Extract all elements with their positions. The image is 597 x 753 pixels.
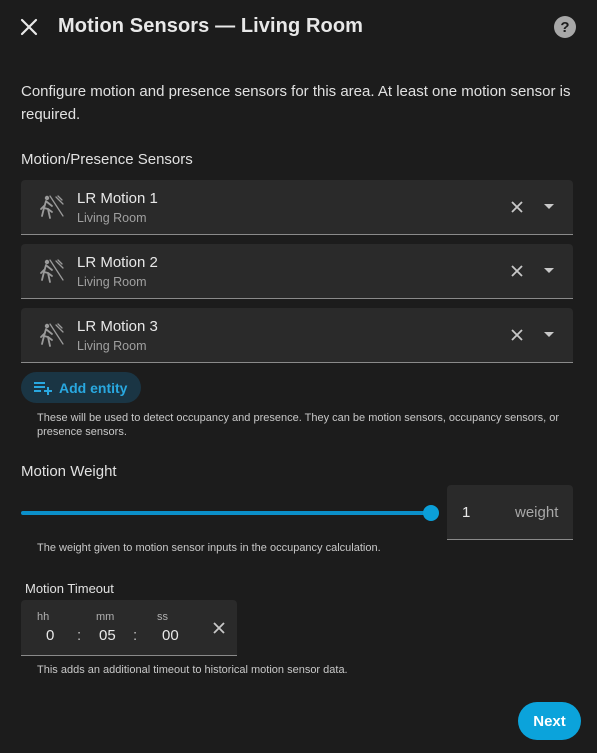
motion-sensor-icon (40, 323, 64, 347)
motion-sensor-icon (40, 259, 64, 283)
entity-row[interactable]: LR Motion 3 Living Room (21, 308, 573, 363)
sensors-section-label: Motion/Presence Sensors (21, 151, 193, 168)
weight-slider-handle[interactable] (423, 505, 439, 521)
close-icon (511, 265, 523, 277)
expand-entity-button[interactable] (539, 197, 559, 217)
weight-helper-text: The weight given to motion sensor inputs… (37, 542, 381, 554)
timeout-label: Motion Timeout (25, 581, 114, 596)
timeout-helper-text: This adds an additional timeout to histo… (37, 664, 348, 676)
dialog-header: Motion Sensors — Living Room ? (0, 0, 597, 56)
entity-name: LR Motion 3 (77, 318, 158, 335)
seconds-label: ss (157, 611, 168, 623)
sensors-helper-text: These will be used to detect occupancy a… (37, 412, 559, 438)
motion-sensor-icon (40, 195, 64, 219)
weight-input[interactable]: 1 weight (447, 485, 573, 540)
entity-name: LR Motion 1 (77, 190, 158, 207)
time-separator: : (77, 627, 82, 644)
weight-unit: weight (515, 504, 559, 521)
add-entity-button[interactable]: Add entity (21, 372, 142, 403)
hours-field[interactable]: 0 (46, 627, 54, 644)
minutes-label: mm (96, 611, 115, 623)
clear-entity-button[interactable] (507, 197, 527, 217)
close-icon (213, 622, 225, 634)
expand-entity-button[interactable] (539, 261, 559, 281)
chevron-down-icon (544, 204, 554, 209)
add-entity-label: Add entity (59, 379, 128, 396)
chevron-down-icon (544, 268, 554, 273)
clear-entity-button[interactable] (507, 261, 527, 281)
entity-area: Living Room (77, 339, 147, 353)
entity-area: Living Room (77, 275, 147, 289)
playlist-add-icon (34, 381, 52, 395)
help-icon[interactable]: ? (554, 16, 576, 38)
weight-section-label: Motion Weight (21, 463, 117, 480)
weight-value: 1 (462, 504, 471, 521)
timeout-duration-input[interactable]: hh 0 : mm 05 : ss 00 (21, 600, 237, 656)
close-icon (511, 201, 523, 213)
next-button[interactable]: Next (518, 702, 581, 740)
entity-name: LR Motion 2 (77, 254, 158, 271)
entity-row[interactable]: LR Motion 1 Living Room (21, 180, 573, 235)
close-icon (20, 18, 38, 36)
entity-area: Living Room (77, 211, 147, 225)
weight-slider-track[interactable] (21, 511, 431, 515)
chevron-down-icon (544, 332, 554, 337)
close-button[interactable] (16, 14, 42, 40)
seconds-field[interactable]: 00 (162, 627, 179, 644)
entity-row[interactable]: LR Motion 2 Living Room (21, 244, 573, 299)
close-icon (511, 329, 523, 341)
minutes-field[interactable]: 05 (99, 627, 116, 644)
dialog-title: Motion Sensors — Living Room (58, 15, 364, 37)
clear-entity-button[interactable] (507, 325, 527, 345)
clear-timeout-button[interactable] (209, 618, 229, 638)
time-separator: : (133, 627, 138, 644)
dialog-description: Configure motion and presence sensors fo… (21, 83, 571, 123)
expand-entity-button[interactable] (539, 325, 559, 345)
hours-label: hh (37, 611, 50, 623)
